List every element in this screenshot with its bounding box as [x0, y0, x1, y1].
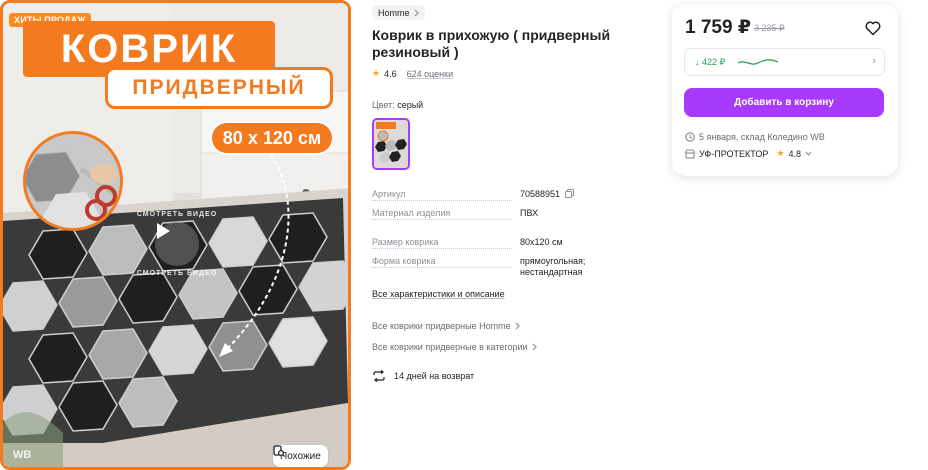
spec-key: Материал изделия: [372, 208, 512, 220]
play-video-button[interactable]: [155, 222, 199, 266]
color-value: серый: [397, 100, 424, 110]
category-link[interactable]: Все коврики придверные в категории: [372, 342, 537, 352]
all-specs-link[interactable]: Все характеристики и описание: [372, 289, 505, 299]
spec-row-shape: Форма коврика прямоугольная; нестандартн…: [372, 256, 612, 277]
category-link-text: Все коврики придверные в категории: [372, 342, 528, 352]
delivery-text: 5 января, склад Коледино WB: [699, 132, 825, 142]
spec-value: 70588951: [520, 189, 630, 200]
spec-key-text: Форма коврика: [372, 256, 440, 266]
spec-value: прямоугольная; нестандартная: [520, 256, 586, 277]
scissors-cutting-illustration: [26, 134, 120, 228]
delivery-info: 5 января, склад Коледино WB: [685, 132, 825, 142]
spec-key-text: Артикул: [372, 189, 410, 199]
play-icon: [157, 223, 170, 239]
spec-value: 80x120 см: [520, 237, 563, 247]
chevron-right-icon: [515, 322, 520, 330]
seller-rating: 4.8: [788, 148, 801, 159]
rating-value: 4.6: [384, 68, 397, 79]
return-policy-text: 14 дней на возврат: [394, 371, 475, 381]
chevron-right-icon: [414, 9, 419, 16]
spec-row-material: Материал изделия ПВХ: [372, 208, 612, 222]
product-main-image[interactable]: ХИТЫ ПРОДАЖ КОВРИК ПРИДВЕРНЫЙ 80 x 120 с…: [0, 0, 351, 470]
wallet-discount: ↓ 422 ₽: [695, 57, 725, 68]
similar-button-label: Похожие: [280, 450, 321, 462]
watch-video-text-top: СМОТРЕТЬ ВИДЕО: [136, 211, 218, 218]
wallet-squiggle-icon: [737, 59, 779, 65]
copy-icon[interactable]: [564, 189, 574, 198]
spec-key-text: Размер коврика: [372, 237, 443, 247]
brand-category-link-text: Все коврики придверные Homme: [372, 321, 511, 331]
star-icon: ★: [776, 148, 785, 158]
seller-name: УФ-ПРОТЕКТОР: [699, 148, 769, 159]
similar-products-button[interactable]: Похожие: [273, 445, 328, 467]
chevron-down-icon: [805, 151, 812, 156]
image-size-badge: 80 x 120 см: [210, 121, 334, 155]
return-arrows-icon: [373, 370, 385, 382]
similar-search-icon: [273, 445, 285, 457]
spec-key: Форма коврика: [372, 256, 512, 268]
wallet-discount-box[interactable]: ↓ 422 ₽ ›: [684, 48, 885, 76]
return-policy: 14 дней на возврат: [372, 370, 474, 382]
color-thumbnail-image: [374, 120, 408, 168]
color-selector-label: Цвет: серый: [372, 100, 423, 110]
article-number: 70588951: [520, 189, 561, 199]
spec-key-text: Материал изделия: [372, 208, 455, 218]
old-price: 3 235 ₽: [754, 23, 785, 33]
spec-key: Размер коврика: [372, 237, 512, 249]
add-to-favorites-button[interactable]: [863, 18, 883, 38]
brand-link[interactable]: Homme: [372, 5, 425, 20]
brand-category-link[interactable]: Все коврики придверные Homme: [372, 321, 520, 331]
spec-value: ПВХ: [520, 208, 539, 218]
warehouse-icon: [685, 132, 695, 142]
wallet-discount-amount: 422 ₽: [702, 57, 726, 67]
add-to-cart-button[interactable]: Добавить в корзину: [684, 88, 884, 117]
spec-row-size: Размер коврика 80x120 см: [372, 237, 612, 251]
star-icon: ★: [372, 68, 381, 78]
heart-icon: [865, 21, 881, 36]
color-label-text: Цвет:: [372, 100, 395, 110]
product-rating: ★ 4.6 624 оценки: [372, 68, 453, 79]
watch-video-text-bottom: СМОТРЕТЬ ВИДЕО: [136, 270, 218, 277]
color-option-grey[interactable]: [372, 118, 410, 170]
spec-key: Артикул: [372, 189, 512, 201]
reviews-link[interactable]: 624 оценки: [407, 69, 454, 79]
detail-zoom-inset: [23, 131, 123, 231]
purchase-card: 1 759 ₽ 3 235 ₽ ↓ 422 ₽ › Добавить в кор…: [672, 4, 898, 176]
shop-icon: [685, 148, 695, 159]
chevron-right-icon: [532, 343, 537, 351]
chevron-right-icon: ›: [872, 55, 876, 67]
current-price: 1 759 ₽: [685, 17, 752, 38]
down-arrow-icon: ↓: [695, 57, 700, 67]
wb-watermark: WB: [13, 449, 32, 461]
brand-name: Homme: [378, 7, 410, 18]
spec-row-article: Артикул 70588951: [372, 189, 612, 203]
image-subtitle-banner: ПРИДВЕРНЫЙ: [105, 67, 333, 109]
seller-info[interactable]: УФ-ПРОТЕКТОР ★ 4.8: [685, 148, 812, 159]
product-title: Коврик в прихожую ( придверный резиновый…: [372, 27, 611, 60]
